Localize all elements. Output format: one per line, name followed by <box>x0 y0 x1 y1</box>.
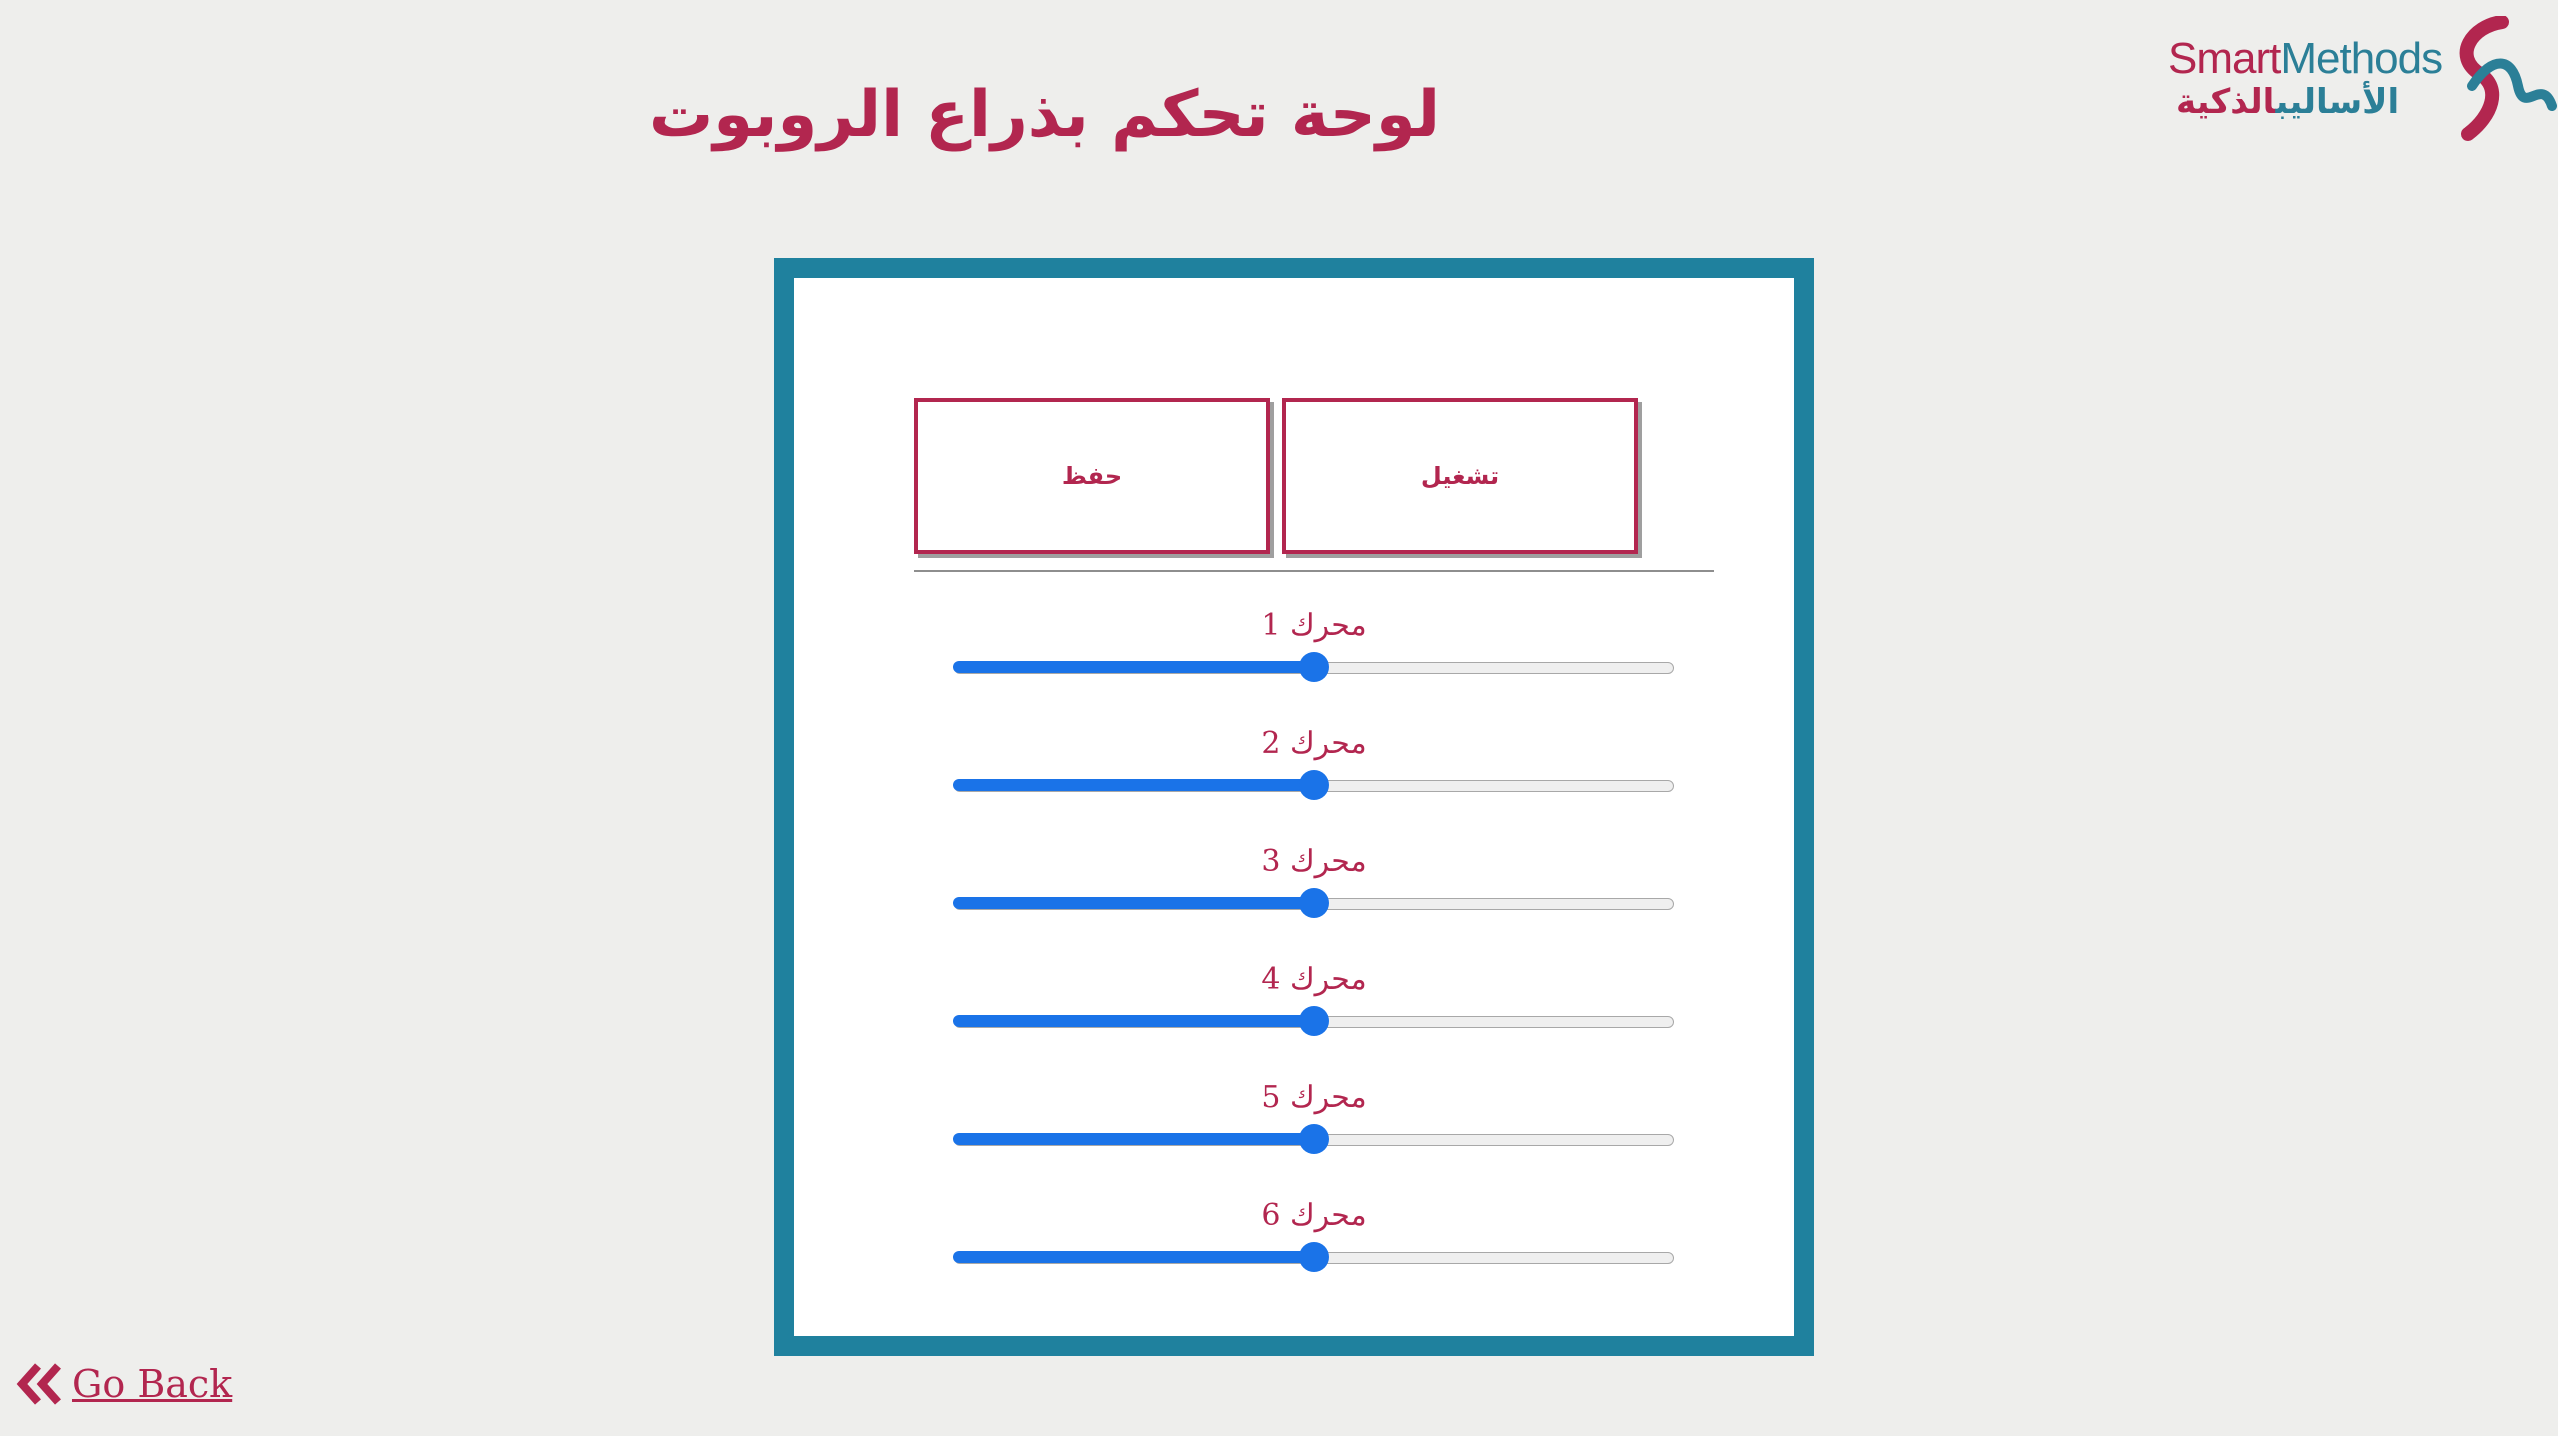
motor-1-label: محرك 1 <box>1261 608 1367 643</box>
slider-thumb[interactable] <box>1299 888 1329 918</box>
run-button[interactable]: تشغيل <box>1282 398 1638 554</box>
motor-6-label: محرك 6 <box>1261 1198 1367 1233</box>
go-back-link[interactable]: Go Back <box>16 1362 232 1406</box>
logo-text-ar-1: الأساليب <box>2275 82 2400 122</box>
control-panel: حفظ تشغيل محرك 1 محرك 2 محرك 3 محرك 4 مح… <box>774 258 1814 1356</box>
logo-text-ar-2: الذكية <box>2176 82 2276 122</box>
motor-1-control: محرك 1 <box>953 608 1674 698</box>
logo-text-smart: Smart <box>2168 34 2281 83</box>
motor-1-slider[interactable] <box>953 652 1674 682</box>
slider-thumb[interactable] <box>1299 1006 1329 1036</box>
motor-2-control: محرك 2 <box>953 726 1674 816</box>
slider-fill <box>953 897 1314 909</box>
motor-2-slider[interactable] <box>953 770 1674 800</box>
motor-3-slider[interactable] <box>953 888 1674 918</box>
slider-thumb[interactable] <box>1299 1124 1329 1154</box>
slider-thumb[interactable] <box>1299 652 1329 682</box>
motor-6-control: محرك 6 <box>953 1198 1674 1288</box>
motor-5-slider[interactable] <box>953 1124 1674 1154</box>
motor-4-slider[interactable] <box>953 1006 1674 1036</box>
go-back-label: Go Back <box>72 1362 233 1406</box>
logo-mark-icon <box>2459 16 2557 141</box>
motor-5-label: محرك 5 <box>1261 1080 1367 1115</box>
double-chevron-left-icon <box>16 1363 61 1405</box>
motor-2-label: محرك 2 <box>1261 726 1367 761</box>
slider-thumb[interactable] <box>1299 770 1329 800</box>
slider-thumb[interactable] <box>1299 1242 1329 1272</box>
motor-3-control: محرك 3 <box>953 844 1674 934</box>
slider-fill <box>953 1015 1314 1027</box>
motor-5-control: محرك 5 <box>953 1080 1674 1170</box>
page-title: لوحة تحكم بذراع الروبوت <box>648 78 1440 152</box>
motor-3-label: محرك 3 <box>1261 844 1367 879</box>
smartmethods-logo: SmartMethods الأساليبالذكية <box>2160 16 2558 156</box>
logo-arabic-text: الأساليبالذكية <box>2176 82 2399 122</box>
divider <box>914 570 1714 572</box>
slider-fill <box>953 1251 1314 1263</box>
slider-fill <box>953 779 1314 791</box>
slider-fill <box>953 661 1314 673</box>
motor-6-slider[interactable] <box>953 1242 1674 1272</box>
slider-fill <box>953 1133 1314 1145</box>
motor-4-label: محرك 4 <box>1261 962 1367 997</box>
logo-english-text: SmartMethods <box>2168 34 2443 84</box>
motor-4-control: محرك 4 <box>953 962 1674 1052</box>
save-button[interactable]: حفظ <box>914 398 1270 554</box>
logo-text-methods: Methods <box>2280 34 2443 83</box>
